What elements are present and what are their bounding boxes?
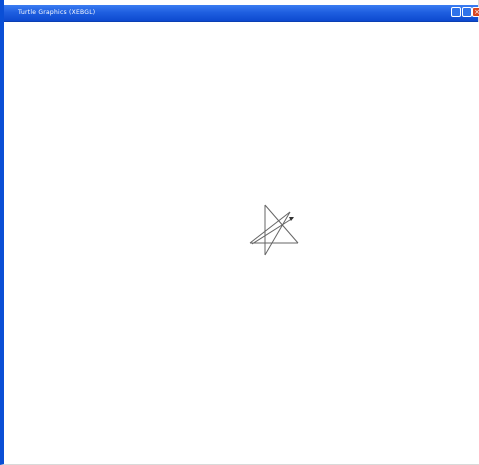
- window-titlebar[interactable]: Turtle Graphics (XEBGL) ×: [4, 5, 479, 22]
- turtle-drawing: [249, 204, 299, 256]
- turtle-canvas[interactable]: [8, 22, 479, 464]
- minimize-button[interactable]: [451, 7, 461, 17]
- maximize-button[interactable]: [462, 7, 472, 17]
- window-title: Turtle Graphics (XEBGL): [18, 9, 96, 16]
- turtle-line-right-slant: [264, 204, 299, 244]
- turtle-graphics-window: Turtle Graphics (XEBGL) ×: [0, 0, 479, 465]
- close-icon: ×: [474, 8, 479, 16]
- turtle-line-lower-cross: [251, 217, 294, 245]
- close-button[interactable]: ×: [472, 7, 479, 17]
